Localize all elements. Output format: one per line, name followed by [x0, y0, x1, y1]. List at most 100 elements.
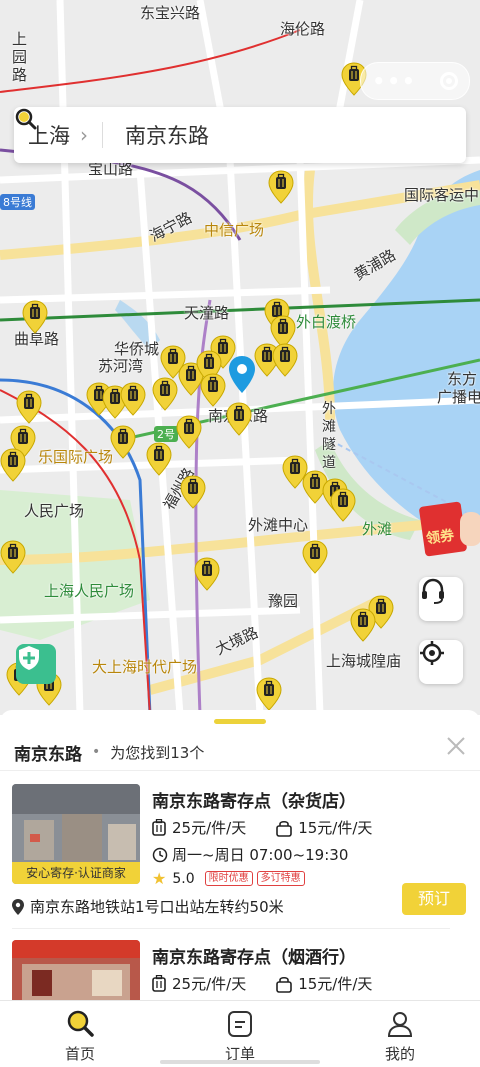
location-marker-icon	[229, 356, 255, 393]
results-header: 南京东路 • 为您找到13个	[14, 736, 466, 768]
store-hours: 周一~周日 07:00~19:30	[152, 844, 348, 865]
safety-shield-button[interactable]	[16, 644, 56, 684]
locate-icon	[420, 641, 444, 665]
luggage-pin-icon[interactable]	[256, 677, 282, 711]
miniprogram-capsule[interactable]: •••	[360, 62, 470, 100]
coupon-button[interactable]: 领券	[418, 500, 480, 557]
orders-icon	[228, 1011, 252, 1037]
map-label-hailun: 海伦路	[280, 20, 326, 38]
metro-badge-line2: 2号	[154, 426, 178, 442]
store-prices: 25元/件/天 15元/件/天	[152, 817, 372, 838]
search-bar[interactable]: 上海 › 南京东路	[14, 107, 466, 163]
results-keyword: 南京东路	[14, 744, 82, 765]
map-label-suhewan: 苏河湾	[98, 357, 144, 375]
search-icon	[15, 108, 37, 130]
map-label-tiantong: 天潼路	[184, 304, 230, 322]
store-title: 南京东路寄存点（烟酒行）	[152, 948, 356, 968]
map-label-lefu: 乐国际广场	[38, 448, 114, 466]
certified-badge: 安心寄存·认证商家	[12, 862, 140, 884]
store-card[interactable]: 安心寄存·认证商家 南京东路寄存点（杂货店） 25元/件/天 15元/件/天 周…	[12, 784, 468, 924]
luggage-pin-icon[interactable]	[120, 382, 146, 416]
map-label-waitan: 外滩	[362, 520, 393, 538]
map-label-zhongxin: 中信广场	[204, 221, 265, 239]
tab-mine[interactable]: 我的	[320, 1001, 480, 1067]
address-text: 南京东路地铁站1号口出站左转约50米	[30, 898, 284, 916]
search-home-icon	[67, 1010, 94, 1037]
tab-home[interactable]: 首页	[0, 1001, 160, 1067]
chevron-right-icon: ›	[80, 123, 88, 147]
store-address: 南京东路地铁站1号口出站左转约50米	[12, 896, 284, 917]
suitcase-icon	[152, 818, 166, 836]
bag-icon	[276, 976, 293, 993]
store-rating: ★ 5.0 限时优惠 多订特惠	[152, 869, 305, 888]
user-icon	[387, 1012, 413, 1037]
more-icon[interactable]: •••	[372, 69, 416, 93]
card-divider	[12, 928, 450, 929]
tab-orders[interactable]: 订单	[160, 1001, 320, 1067]
store-card[interactable]: 南京东路寄存点（烟酒行） 25元/件/天 15元/件/天	[12, 940, 468, 1000]
location-pin-icon	[12, 898, 24, 915]
luggage-pin-icon[interactable]	[146, 442, 172, 476]
luggage-pin-icon[interactable]	[350, 608, 376, 642]
results-count: 为您找到13个	[110, 743, 205, 762]
home-indicator	[160, 1060, 320, 1064]
bag-icon	[276, 820, 293, 837]
search-input[interactable]: 南京东路	[125, 120, 209, 150]
rating-value: 5.0	[172, 870, 195, 887]
results-sheet[interactable]: 南京东路 • 为您找到13个 安心寄存·认证商家 南京东路寄存点（杂货店） 25…	[0, 710, 480, 1000]
luggage-pin-icon[interactable]	[200, 373, 226, 407]
luggage-pin-icon[interactable]	[226, 402, 252, 436]
separator-dot: •	[92, 744, 101, 760]
tab-home-label: 首页	[64, 1045, 95, 1063]
metro-badge-line8: 8号线	[0, 194, 35, 210]
coupon-label: 领券	[425, 527, 456, 548]
promo-tag: 多订特惠	[256, 871, 305, 886]
price-luggage: 25元/件/天	[172, 819, 247, 837]
tab-mine-label: 我的	[384, 1045, 415, 1063]
map-label-guangbo: 广播电	[437, 388, 480, 406]
close-target-icon[interactable]	[439, 72, 458, 90]
store-photo	[12, 940, 140, 1000]
hand-icon	[460, 512, 480, 546]
luggage-pin-icon[interactable]	[16, 390, 42, 424]
store-prices: 25元/件/天 15元/件/天	[152, 973, 372, 994]
clock-icon	[152, 847, 168, 862]
hours-text: 周一~周日 07:00~19:30	[172, 846, 349, 864]
luggage-pin-icon[interactable]	[0, 540, 26, 574]
price-bag: 15元/件/天	[298, 819, 373, 837]
star-icon: ★	[152, 869, 167, 888]
map-label-waibaidu: 外白渡桥	[296, 313, 357, 331]
price-luggage: 25元/件/天	[172, 975, 247, 993]
map-label-guoji: 国际客运中	[404, 186, 480, 204]
suitcase-icon	[152, 974, 166, 992]
map-label-dashanghai: 大上海时代广场	[92, 658, 198, 676]
luggage-pin-icon[interactable]	[302, 540, 328, 574]
map-label-renmin-square: 上海人民广场	[44, 582, 135, 600]
map-label-waitan-tunnel: 外滩隧道	[322, 401, 336, 471]
book-button[interactable]: 预订	[402, 883, 466, 915]
luggage-pin-icon[interactable]	[180, 475, 206, 509]
map-label-yuyuan: 豫园	[268, 592, 299, 610]
luggage-pin-icon[interactable]	[0, 448, 26, 482]
luggage-pin-icon[interactable]	[110, 425, 136, 459]
luggage-pin-icon[interactable]	[330, 488, 356, 522]
header-divider	[0, 770, 480, 771]
map-label-renmin: 人民广场	[24, 502, 85, 520]
shield-plus-icon	[19, 646, 39, 670]
luggage-pin-icon[interactable]	[194, 557, 220, 591]
map-label-dongbaoxing: 东宝兴路	[140, 4, 201, 22]
luggage-pin-icon[interactable]	[152, 377, 178, 411]
map-label-waitanzhongxin: 外滩中心	[248, 516, 309, 534]
close-icon[interactable]	[444, 734, 468, 758]
price-bag: 15元/件/天	[298, 975, 373, 993]
locate-button[interactable]	[419, 640, 463, 684]
customer-service-button[interactable]	[419, 577, 463, 621]
map-label-shangyuan: 上 园 路	[12, 30, 28, 84]
map-view[interactable]: 东宝兴路 海伦路 上 园 路 宝山路 国际客运中 海宁路 中信广场 黄浦路 天潼…	[0, 0, 480, 715]
luggage-pin-icon[interactable]	[22, 300, 48, 334]
luggage-pin-icon[interactable]	[176, 415, 202, 449]
sheet-drag-handle[interactable]	[214, 719, 266, 724]
search-divider	[102, 122, 103, 148]
luggage-pin-icon[interactable]	[268, 170, 294, 204]
luggage-pin-icon[interactable]	[272, 343, 298, 377]
